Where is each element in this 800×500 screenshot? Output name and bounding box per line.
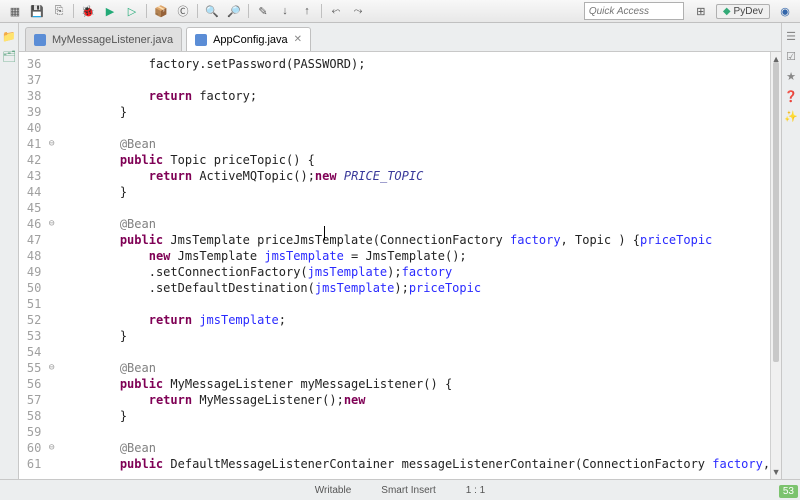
perspective-label: PyDev (734, 6, 763, 17)
java-perspective-icon[interactable]: ◉ (776, 2, 794, 20)
status-insert-mode: Smart Insert (381, 485, 435, 496)
save-icon[interactable]: 💾 (28, 2, 46, 20)
outline-icon[interactable]: ☰ (784, 29, 798, 43)
bookmarks-icon[interactable]: ★ (784, 69, 798, 83)
next-ann-icon[interactable]: ↓ (276, 2, 294, 20)
run-icon[interactable]: ▶ (101, 2, 119, 20)
new-package-icon[interactable]: 📦 (152, 2, 170, 20)
scroll-down-icon[interactable]: ▼ (771, 465, 781, 479)
toggle-mark-icon[interactable]: ✎ (254, 2, 272, 20)
wand-icon[interactable]: ✨ (784, 109, 798, 123)
python-icon: ◆ (723, 6, 731, 17)
java-file-icon (34, 34, 46, 46)
vertical-scrollbar[interactable]: ▲ ▼ (770, 52, 781, 479)
navigator-icon[interactable]: 🗂 (2, 49, 16, 63)
code-editor[interactable]: 3637383940414243444546474849505152535455… (19, 52, 781, 479)
status-writable: Writable (315, 485, 352, 496)
status-bar: Writable Smart Insert 1 : 1 (0, 479, 800, 500)
debug-icon[interactable]: 🐞 (79, 2, 97, 20)
open-type-icon[interactable]: 🔍 (203, 2, 221, 20)
new-icon[interactable]: ▦ (6, 2, 24, 20)
tab-label: AppConfig.java (213, 34, 288, 46)
package-explorer-icon[interactable]: 📁 (2, 29, 16, 43)
prev-ann-icon[interactable]: ↑ (298, 2, 316, 20)
save-all-icon[interactable]: ⎘ (50, 2, 68, 20)
tab-label: MyMessageListener.java (52, 34, 173, 46)
code-content[interactable]: factory.setPassword(PASSWORD); return fa… (56, 52, 770, 479)
editor-tabbar: MyMessageListener.java AppConfig.java ✕ (19, 23, 781, 52)
search-icon[interactable]: 🔎 (225, 2, 243, 20)
tab-appconfig[interactable]: AppConfig.java ✕ (186, 27, 311, 51)
close-icon[interactable]: ✕ (294, 34, 302, 45)
new-class-icon[interactable]: Ⓒ (174, 2, 192, 20)
tab-mymessagelistener[interactable]: MyMessageListener.java (25, 27, 182, 51)
right-trim: ☰ ☑ ★ ❓ ✨ (781, 23, 800, 479)
perspective-button[interactable]: ◆ PyDev (716, 4, 770, 19)
scrollbar-thumb[interactable] (773, 62, 779, 362)
main-toolbar: ▦ 💾 ⎘ 🐞 ▶ ▷ 📦 Ⓒ 🔍 🔎 ✎ ↓ ↑ ⬿ ⤳ ⊞ ◆ PyDev (0, 0, 800, 23)
status-cursor-position: 1 : 1 (466, 485, 485, 496)
left-trim: 📁 🗂 (0, 23, 19, 479)
back-icon[interactable]: ⬿ (327, 2, 345, 20)
task-list-icon[interactable]: ☑ (784, 49, 798, 63)
java-file-icon (195, 34, 207, 46)
open-perspective-icon[interactable]: ⊞ (692, 2, 710, 20)
run-last-icon[interactable]: ▷ (123, 2, 141, 20)
forward-icon[interactable]: ⤳ (349, 2, 367, 20)
line-number-ruler: 3637383940414243444546474849505152535455… (19, 52, 47, 479)
cheat-sheets-icon[interactable]: ❓ (784, 89, 798, 103)
quick-access-input[interactable] (584, 2, 684, 20)
notification-badge[interactable]: 53 (779, 485, 798, 498)
folding-ruler[interactable]: ⊖⊖⊖⊖ (47, 52, 56, 479)
editor-area: MyMessageListener.java AppConfig.java ✕ … (19, 23, 781, 479)
